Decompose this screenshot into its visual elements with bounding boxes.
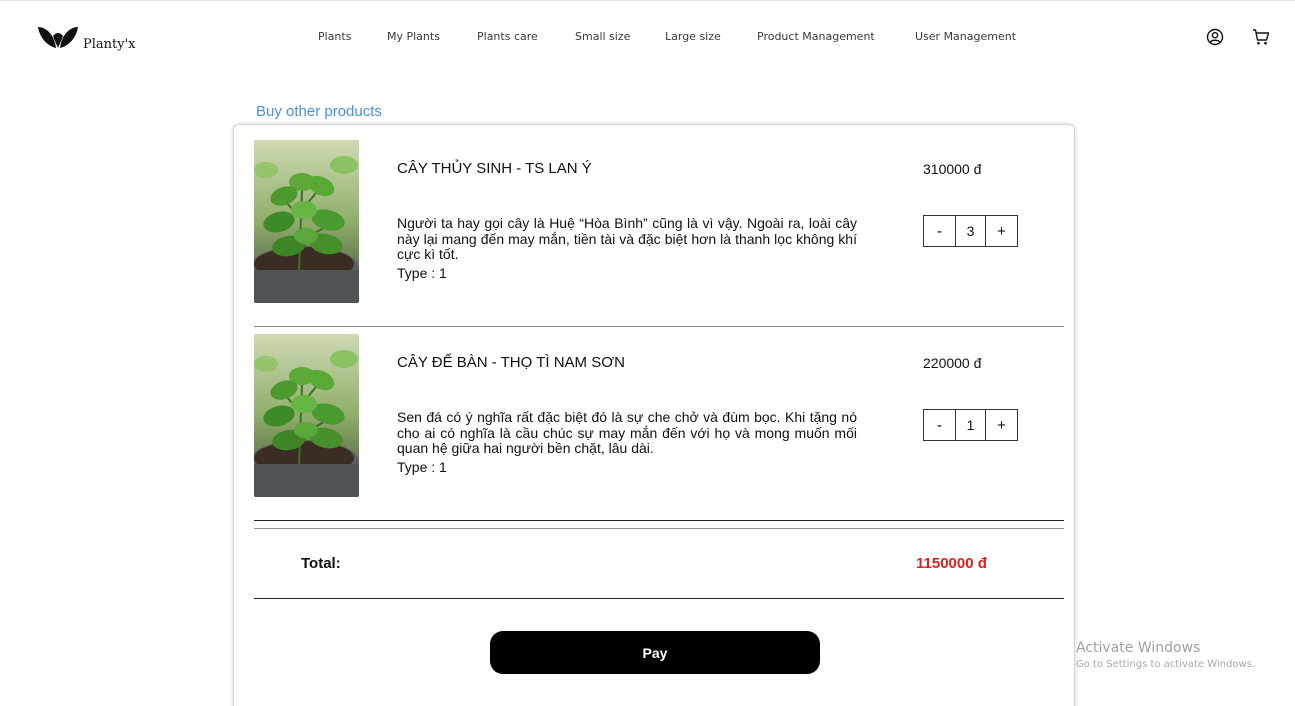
site-header: Planty'x Plants My Plants Plants care Sm… — [0, 0, 1295, 75]
pay-button[interactable]: Pay — [490, 631, 820, 674]
nav-product-management[interactable]: Product Management — [757, 30, 875, 43]
nav-plants-care[interactable]: Plants care — [477, 30, 538, 43]
watermark-subtitle: Go to Settings to activate Windows. — [1076, 659, 1256, 670]
product-description: Sen đá có ý nghĩa rất đặc biệt đó là sự … — [397, 409, 857, 456]
product-name: CÂY ĐỂ BÀN - THỌ TÌ NAM SƠN — [397, 354, 625, 371]
product-price: 220000 đ — [923, 355, 982, 371]
user-circle-icon[interactable] — [1206, 28, 1224, 46]
item-divider — [254, 326, 1064, 327]
increase-quantity-button[interactable]: + — [986, 410, 1017, 440]
nav-large-size[interactable]: Large size — [665, 30, 721, 43]
cart-item: CÂY ĐỂ BÀN - THỌ TÌ NAM SƠN 220000 đ Sen… — [254, 334, 1064, 497]
product-type: Type : 1 — [397, 265, 447, 281]
quantity-stepper: - 3 + — [923, 215, 1018, 247]
product-price: 310000 đ — [923, 161, 982, 177]
quantity-value[interactable]: 1 — [955, 410, 986, 440]
mint-plant-photo-icon — [254, 334, 359, 497]
items-end-divider — [254, 520, 1064, 521]
product-type: Type : 1 — [397, 459, 447, 475]
main-nav: Plants My Plants Plants care Small size … — [0, 30, 1295, 46]
product-image — [254, 334, 359, 497]
shopping-cart-icon[interactable] — [1252, 28, 1270, 46]
cart-card: CÂY THỦY SINH - TS LAN Ý 310000 đ Người … — [233, 124, 1075, 706]
increase-quantity-button[interactable]: + — [986, 216, 1017, 246]
nav-small-size[interactable]: Small size — [575, 30, 630, 43]
quantity-stepper: - 1 + — [923, 409, 1018, 441]
total-label: Total: — [301, 555, 341, 572]
total-bottom-divider — [254, 598, 1064, 599]
watermark-title: Activate Windows — [1076, 640, 1201, 656]
buy-other-products-link[interactable]: Buy other products — [256, 103, 382, 120]
product-name: CÂY THỦY SINH - TS LAN Ý — [397, 160, 592, 177]
nav-user-management[interactable]: User Management — [915, 30, 1016, 43]
mint-plant-photo-icon — [254, 140, 359, 303]
windows-activation-watermark: Activate Windows Go to Settings to activ… — [1076, 640, 1255, 670]
quantity-value[interactable]: 3 — [955, 216, 986, 246]
cart-item: CÂY THỦY SINH - TS LAN Ý 310000 đ Người … — [254, 140, 1064, 303]
nav-my-plants[interactable]: My Plants — [387, 30, 440, 43]
product-description: Người ta hay gọi cây là Huệ “Hòa Bình” c… — [397, 215, 857, 262]
total-top-divider — [254, 528, 1064, 529]
nav-plants[interactable]: Plants — [318, 30, 351, 43]
decrease-quantity-button[interactable]: - — [924, 216, 955, 246]
decrease-quantity-button[interactable]: - — [924, 410, 955, 440]
product-image — [254, 140, 359, 303]
total-value: 1150000 đ — [916, 555, 987, 572]
